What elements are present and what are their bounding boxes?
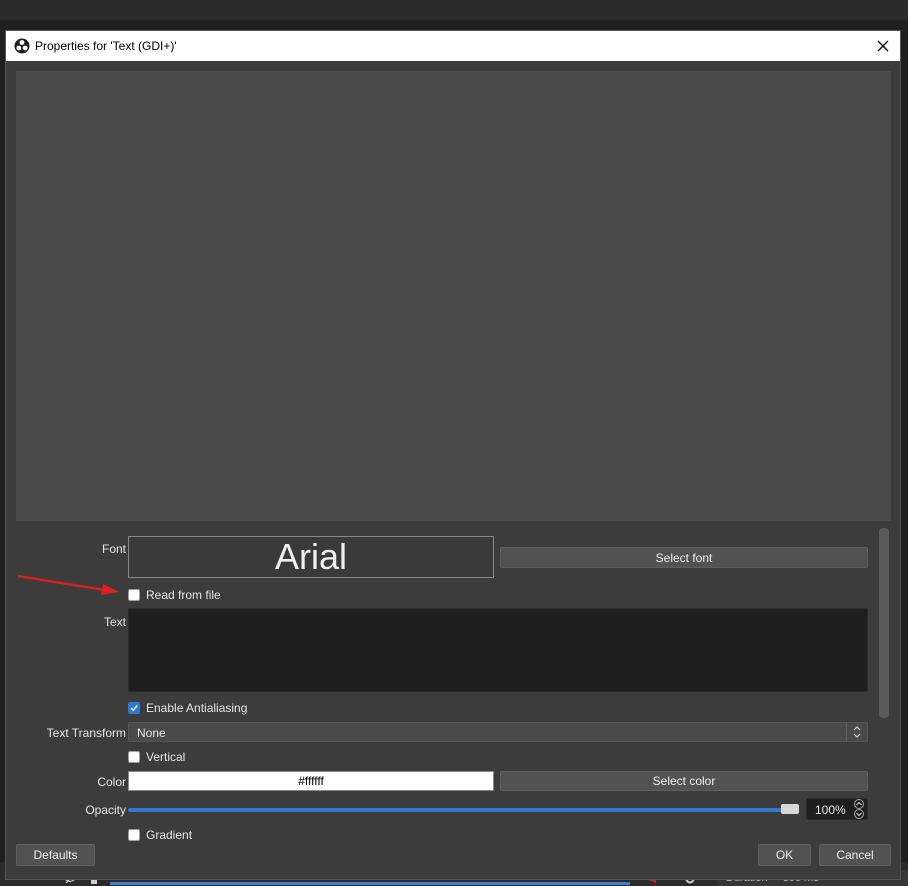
gradient-checkbox[interactable] (128, 829, 140, 841)
ok-button[interactable]: OK (758, 844, 811, 866)
properties-list: Font Arial Select font Read from file Te… (16, 526, 876, 841)
opacity-spinbox[interactable]: 100% (806, 798, 868, 820)
antialiasing-row[interactable]: Enable Antialiasing (128, 701, 247, 715)
color-value: #ffffff (128, 771, 494, 791)
opacity-label: Opacity (85, 803, 126, 817)
properties-scrollbar[interactable] (879, 528, 889, 718)
close-icon[interactable] (872, 35, 894, 57)
antialiasing-checkbox[interactable] (128, 702, 140, 714)
font-preview: Arial (128, 536, 494, 578)
obs-logo-icon (14, 38, 30, 54)
read-from-file-row[interactable]: Read from file (128, 588, 221, 602)
vertical-row[interactable]: Vertical (128, 750, 185, 764)
cancel-button[interactable]: Cancel (819, 844, 891, 866)
defaults-button[interactable]: Defaults (16, 844, 95, 866)
color-label: Color (97, 775, 126, 789)
vertical-checkbox[interactable] (128, 751, 140, 763)
vertical-label: Vertical (146, 750, 186, 764)
gradient-label: Gradient (146, 828, 193, 841)
volume-meter (110, 882, 630, 885)
opacity-slider[interactable] (128, 808, 798, 812)
opacity-slider-handle[interactable] (781, 804, 799, 814)
gradient-row[interactable]: Gradient (128, 828, 192, 841)
updown-arrows-icon (846, 723, 861, 741)
select-font-button[interactable]: Select font (500, 547, 868, 568)
text-transform-select[interactable]: None (128, 722, 868, 742)
antialiasing-label: Enable Antialiasing (146, 701, 248, 715)
window-title: Properties for 'Text (GDI+)' (35, 39, 177, 53)
title-bar: Properties for 'Text (GDI+)' (6, 31, 900, 61)
read-from-file-label: Read from file (146, 588, 221, 602)
text-transform-value: None (137, 726, 166, 740)
background-app-strip (0, 20, 908, 30)
text-input[interactable] (128, 608, 868, 692)
read-from-file-checkbox[interactable] (128, 589, 140, 601)
select-color-button[interactable]: Select color (500, 771, 868, 791)
background-app-top (0, 0, 908, 20)
spin-arrows-icon[interactable] (851, 799, 867, 819)
opacity-value: 100% (815, 803, 846, 817)
checkmark-icon (130, 705, 138, 712)
source-preview (16, 71, 891, 521)
font-label: Font (101, 542, 126, 556)
text-label: Text (103, 615, 126, 629)
properties-dialog: Properties for 'Text (GDI+)' Font Arial … (5, 30, 901, 880)
text-transform-label: Text Transform (46, 726, 126, 740)
